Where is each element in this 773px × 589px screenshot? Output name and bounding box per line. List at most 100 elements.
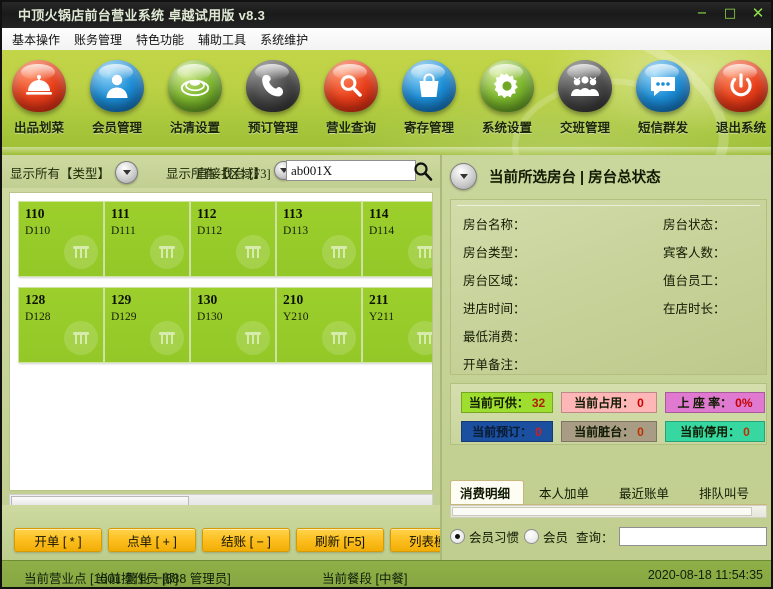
- toolbar-button-label: 退出系统: [716, 117, 766, 136]
- toolbar-button-4[interactable]: 营业查询: [312, 50, 390, 136]
- radio-member-habit[interactable]: 会员习惯: [450, 527, 519, 546]
- main-toolbar: 出品划菜 会员管理 沽清设置 预订管理 营业查询 寄存管理 系统设置 交班管理 …: [0, 50, 773, 155]
- table-tile-number: 130: [197, 292, 217, 308]
- table-tile-number: 112: [197, 206, 217, 222]
- window-title: 中顶火锅店前台营业系统 卓越试用版 v8.3: [18, 5, 265, 24]
- table-tile[interactable]: 114 D114: [362, 201, 433, 277]
- query-label: 查询：: [576, 527, 614, 546]
- member-query-row: 会员习惯 会员 查询：: [450, 523, 767, 549]
- table-tile-number: 113: [283, 206, 303, 222]
- right-panel-header: 当前所选房台 | 房台总状态: [450, 163, 661, 190]
- close-button[interactable]: ✕: [749, 4, 767, 22]
- status-badge-value: 32: [532, 396, 545, 410]
- status-badge-label: 当前占用：: [574, 394, 634, 411]
- toolbar-button-9[interactable]: 退出系统: [702, 50, 773, 136]
- menu-item-0[interactable]: 基本操作: [12, 31, 60, 48]
- status-badge-value: 0: [637, 425, 644, 439]
- table-tile-number: 210: [283, 292, 303, 308]
- filter-type-dropdown[interactable]: [115, 161, 138, 184]
- status-badge-0: 当前可供：32: [461, 392, 553, 413]
- table-tile-number: 114: [369, 206, 389, 222]
- status-badge-label: 上 座 率：: [677, 394, 732, 411]
- people-icon: [558, 60, 612, 112]
- maximize-button[interactable]: □: [721, 4, 739, 22]
- status-datetime: 2020-08-18 11:54:35: [648, 568, 763, 582]
- status-meal: 当前餐段 [中餐]: [322, 568, 407, 587]
- radio-member[interactable]: 会员: [524, 527, 568, 546]
- phone-icon: [246, 60, 300, 112]
- toolbar-button-3[interactable]: 预订管理: [234, 50, 312, 136]
- status-badge-value: 0: [535, 425, 542, 439]
- toolbar-button-label: 出品划菜: [14, 117, 64, 136]
- status-badge-label: 当前脏台：: [574, 423, 634, 440]
- table-tile[interactable]: 128 D128: [18, 287, 104, 363]
- table-watermark-icon: [322, 235, 356, 269]
- table-tile-code: Y210: [283, 311, 309, 323]
- toolbar-button-label: 系统设置: [482, 117, 532, 136]
- table-tile-code: D130: [197, 311, 223, 323]
- card-divider: [457, 205, 760, 206]
- toolbar-button-label: 营业查询: [326, 117, 376, 136]
- detail-scrollbar[interactable]: [450, 505, 767, 518]
- menu-item-list: 基本操作账务管理特色功能辅助工具系统维护: [0, 28, 773, 50]
- detail-field-1: 房台状态：: [663, 214, 726, 233]
- tab-3[interactable]: 排队叫号: [690, 480, 764, 504]
- menu-item-1[interactable]: 账务管理: [74, 31, 122, 48]
- table-grid-pane: 110 D110 111 D111 112 D112 113 D113 114 …: [9, 192, 433, 491]
- toolbar-button-8[interactable]: 短信群发: [624, 50, 702, 136]
- table-tile[interactable]: 130 D130: [190, 287, 276, 363]
- filter-type-label: 显示所有【类型】: [10, 163, 110, 182]
- power-icon: [714, 60, 768, 112]
- table-grid-area: 110 D110 111 D111 112 D112 113 D113 114 …: [0, 188, 440, 505]
- application-window: 中顶火锅店前台营业系统 卓越试用版 v8.3 − □ ✕ 基本操作账务管理特色功…: [0, 0, 773, 589]
- action-button-1[interactable]: 点单 [ + ]: [108, 528, 196, 552]
- toolbar-button-2[interactable]: 沽清设置: [156, 50, 234, 136]
- table-tile-code: D112: [197, 225, 222, 237]
- title-bar: 中顶火锅店前台营业系统 卓越试用版 v8.3 − □ ✕: [0, 0, 773, 29]
- table-tile[interactable]: 210 Y210: [276, 287, 362, 363]
- toolbar-button-1[interactable]: 会员管理: [78, 50, 156, 136]
- table-watermark-icon: [64, 235, 98, 269]
- menu-bar: 基本操作账务管理特色功能辅助工具系统维护: [0, 28, 773, 51]
- right-panel-dropdown-button[interactable]: [450, 163, 477, 190]
- table-tile[interactable]: 129 D129: [104, 287, 190, 363]
- status-badge-1: 当前占用：0: [561, 392, 657, 413]
- toolbar-button-7[interactable]: 交班管理: [546, 50, 624, 136]
- user-icon: [90, 60, 144, 112]
- table-tile[interactable]: 112 D112: [190, 201, 276, 277]
- detail-field-4: 房台区域：: [463, 270, 526, 289]
- table-tile-number: 129: [111, 292, 131, 308]
- menu-item-4[interactable]: 系统维护: [260, 31, 308, 48]
- table-tile[interactable]: 113 D113: [276, 201, 362, 277]
- table-tile-code: D110: [25, 225, 50, 237]
- tab-1[interactable]: 本人加单: [530, 480, 604, 504]
- right-panel-title: 当前所选房台 | 房台总状态: [489, 166, 661, 187]
- tab-2[interactable]: 最近账单: [610, 480, 684, 504]
- action-button-2[interactable]: 结账 [ − ]: [202, 528, 290, 552]
- minimize-button[interactable]: −: [693, 4, 711, 22]
- member-query-input[interactable]: [619, 527, 767, 546]
- detail-field-8: 最低消费：: [463, 326, 526, 345]
- tab-0[interactable]: 消费明细: [450, 480, 524, 504]
- detail-field-7: 在店时长：: [663, 298, 726, 317]
- action-button-0[interactable]: 开单 [ * ]: [14, 528, 102, 552]
- radio-habit-circle: [450, 529, 465, 544]
- chat-icon: [636, 60, 690, 112]
- detail-field-5: 值台员工：: [663, 270, 726, 289]
- table-tile[interactable]: 110 D110: [18, 201, 104, 277]
- detail-field-9: 开单备注：: [463, 354, 526, 373]
- bag-icon: [402, 60, 456, 112]
- table-search-input[interactable]: [286, 160, 416, 181]
- menu-item-2[interactable]: 特色功能: [136, 31, 184, 48]
- table-tile[interactable]: 211 Y211: [362, 287, 433, 363]
- toolbar-button-5[interactable]: 寄存管理: [390, 50, 468, 136]
- table-tile[interactable]: 111 D111: [104, 201, 190, 277]
- action-button-3[interactable]: 刷新 [F5]: [296, 528, 384, 552]
- detail-field-0: 房台名称：: [463, 214, 526, 233]
- table-watermark-icon: [236, 235, 270, 269]
- toolbar-button-6[interactable]: 系统设置: [468, 50, 546, 136]
- magnifier-icon[interactable]: [412, 160, 434, 182]
- menu-item-3[interactable]: 辅助工具: [198, 31, 246, 48]
- toolbar-button-0[interactable]: 出品划菜: [0, 50, 78, 136]
- status-bar: 当前营业点 [1001 营业一部] 当前操作员 [888 管理员] 当前餐段 […: [0, 560, 773, 589]
